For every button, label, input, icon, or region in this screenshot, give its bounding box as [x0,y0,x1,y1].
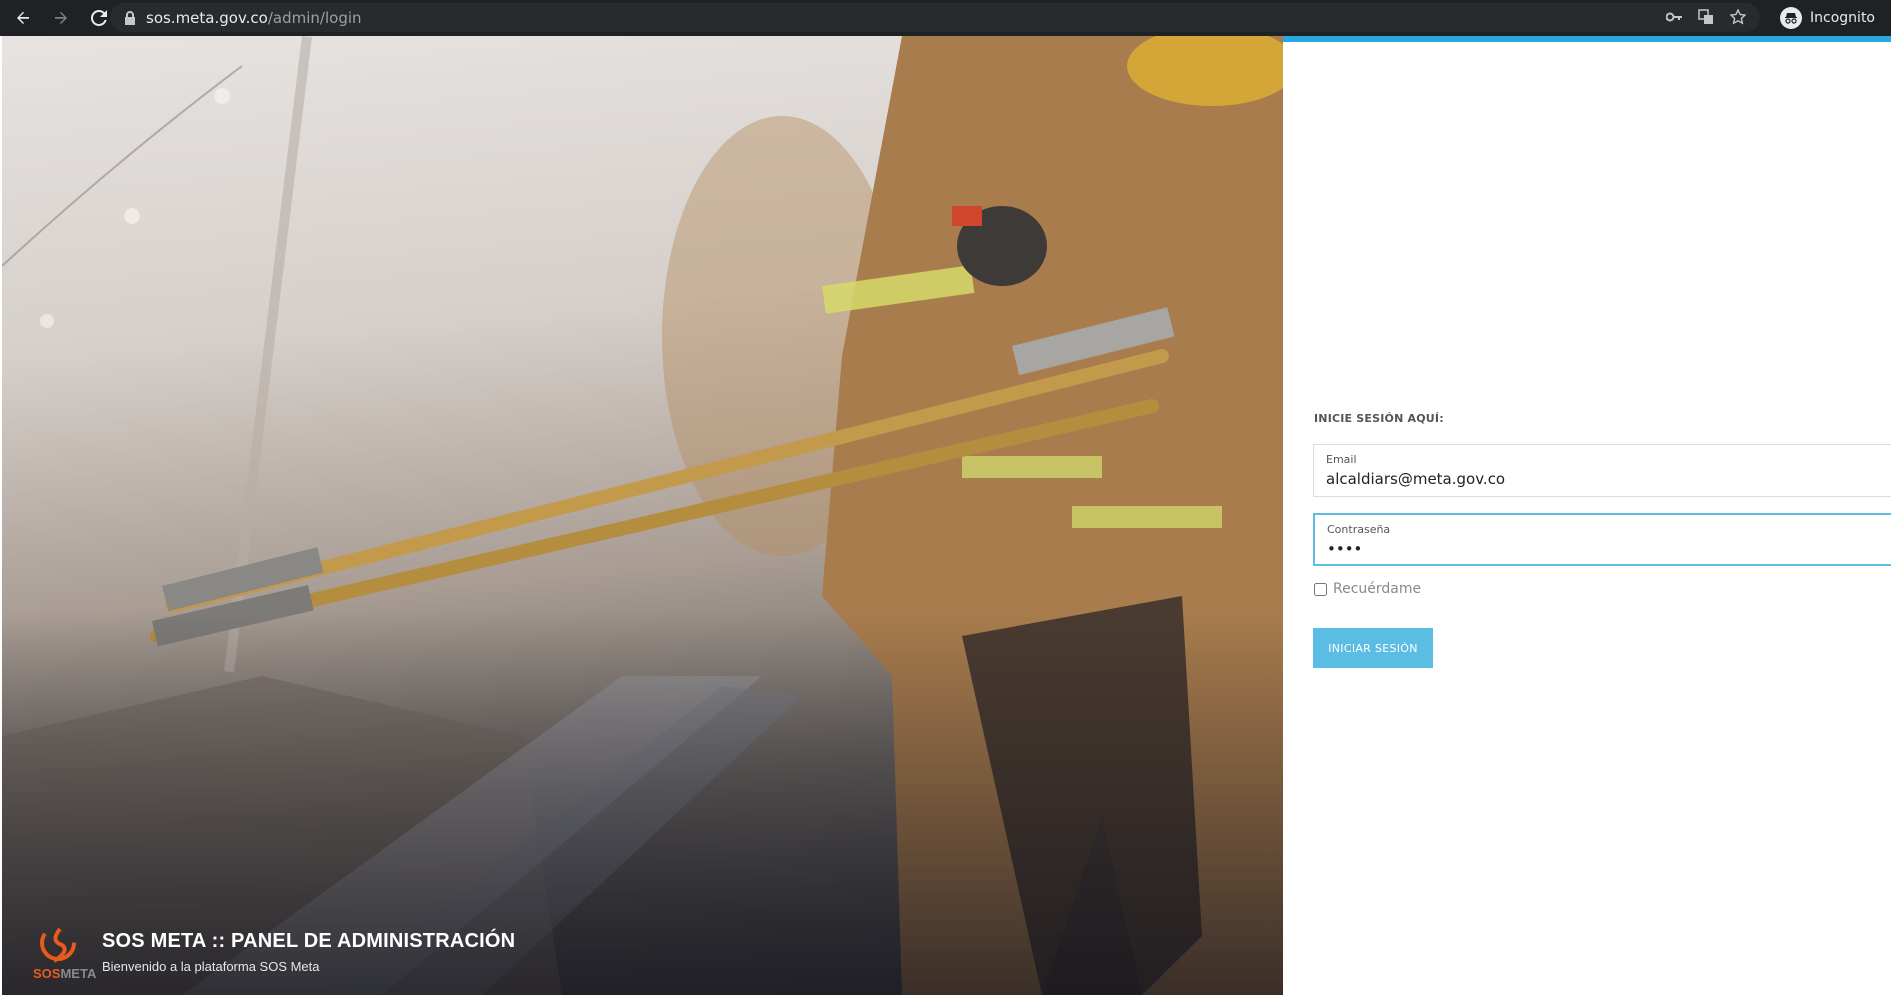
back-icon [17,11,29,24]
reload-icon [91,10,107,26]
translate-icon[interactable] [1696,7,1716,27]
login-heading: INICIE SESIÓN AQUÍ: [1314,412,1444,425]
hero-caption: SOSMETA SOS META :: PANEL DE ADMINISTRAC… [30,923,515,981]
incognito-icon [1780,6,1803,29]
logo-text-meta: META [60,966,97,981]
star-icon[interactable] [1728,7,1748,27]
url-path: /admin/login [267,8,362,27]
remember-me[interactable]: Recuérdame [1314,581,1421,597]
hero-image: SOSMETA SOS META :: PANEL DE ADMINISTRAC… [2,36,1283,995]
logo-text-sos: SOS [33,966,61,981]
browser-toolbar: sos.meta.gov.co/admin/login Incognito [0,0,1891,36]
login-panel: INICIE SESIÓN AQUÍ: Email Contraseña Rec… [1283,36,1891,995]
hero-title: SOS META :: PANEL DE ADMINISTRACIÓN [102,930,516,952]
url-host: sos.meta.gov.co [146,8,268,27]
sos-meta-logo: SOSMETA [30,923,96,981]
incognito-indicator[interactable]: Incognito [1772,3,1883,32]
password-input[interactable] [1327,540,1879,558]
email-field[interactable]: Email [1313,444,1891,497]
email-input[interactable] [1326,470,1879,488]
password-label: Contraseña [1327,523,1391,536]
hero-shade [2,36,1283,995]
forward-button[interactable] [46,3,76,33]
password-field[interactable]: Contraseña [1313,513,1891,566]
hero-subtitle: Bienvenido a la plataforma SOS Meta [102,959,320,974]
incognito-label: Incognito [1810,9,1875,26]
key-icon[interactable] [1664,7,1684,27]
login-button[interactable]: INICIAR SESIÓN [1313,628,1433,668]
remember-label: Recuérdame [1333,581,1422,597]
address-bar[interactable]: sos.meta.gov.co/admin/login [110,3,1760,32]
email-label: Email [1326,453,1357,466]
forward-icon [55,11,67,24]
remember-checkbox[interactable] [1314,582,1327,596]
lock-icon [125,10,135,25]
panel-accent-bar [1283,36,1891,42]
back-button[interactable] [8,3,38,33]
